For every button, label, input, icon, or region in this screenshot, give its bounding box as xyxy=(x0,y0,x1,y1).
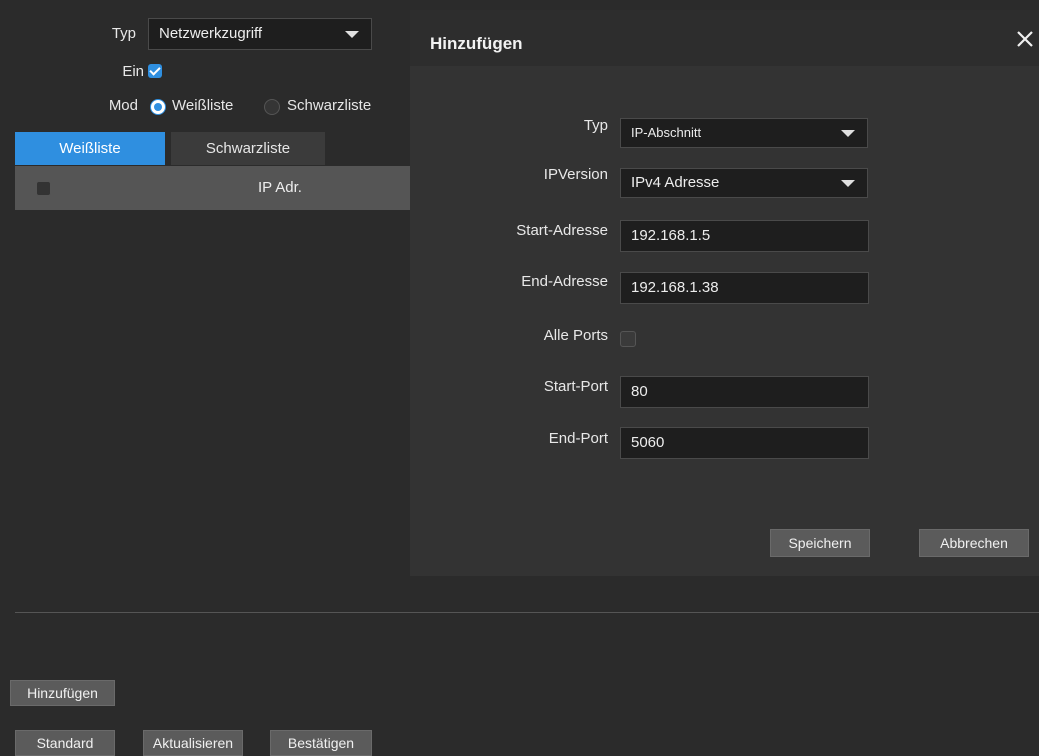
ipversion-value: IPv4 Adresse xyxy=(631,174,720,191)
mode-blacklist-label: Schwarzliste xyxy=(287,97,372,114)
type-label: Typ xyxy=(111,25,136,42)
mode-label: Mod xyxy=(108,97,138,114)
type-select[interactable]: Netzwerkzugriff xyxy=(148,18,372,50)
start-port-input[interactable]: 80 xyxy=(620,376,869,408)
all-ports-checkbox[interactable] xyxy=(620,331,636,347)
mode-blacklist-radio[interactable] xyxy=(264,99,280,115)
start-port-label: Start-Port xyxy=(543,378,608,395)
dialog-type-label: Typ xyxy=(583,117,608,134)
type-select-value: Netzwerkzugriff xyxy=(159,25,263,42)
ipversion-label: IPVersion xyxy=(543,166,608,183)
end-port-label: End-Port xyxy=(548,430,608,447)
table-header: IP Adr. xyxy=(15,166,410,210)
enable-label: Ein xyxy=(122,63,144,80)
end-address-label: End-Adresse xyxy=(521,273,608,290)
tab-whitelist[interactable]: Weißliste xyxy=(15,132,165,165)
mode-whitelist-radio[interactable] xyxy=(150,99,166,115)
divider xyxy=(15,612,1039,613)
mode-whitelist-label: Weißliste xyxy=(172,97,234,114)
end-port-input[interactable]: 5060 xyxy=(620,427,869,459)
save-button[interactable]: Speichern xyxy=(770,529,870,557)
close-icon[interactable] xyxy=(1014,28,1036,50)
tab-whitelist-label: Weißliste xyxy=(59,140,121,157)
dialog-header: Hinzufügen xyxy=(410,10,1039,66)
chevron-down-icon xyxy=(841,130,855,137)
dialog-type-value: IP-Abschnitt xyxy=(631,125,702,140)
chevron-down-icon xyxy=(345,31,359,38)
enable-checkbox[interactable] xyxy=(148,64,162,78)
column-ip-header: IP Adr. xyxy=(258,179,302,196)
chevron-down-icon xyxy=(841,180,855,187)
end-address-input[interactable]: 192.168.1.38 xyxy=(620,272,869,304)
select-all-checkbox[interactable] xyxy=(36,181,51,196)
cancel-button[interactable]: Abbrechen xyxy=(919,529,1029,557)
refresh-button[interactable]: Aktualisieren xyxy=(143,730,243,756)
tab-blacklist-label: Schwarzliste xyxy=(205,140,291,157)
default-button[interactable]: Standard xyxy=(15,730,115,756)
start-address-input[interactable]: 192.168.1.5 xyxy=(620,220,869,252)
all-ports-label: Alle Ports xyxy=(543,327,608,344)
start-address-label: Start-Adresse xyxy=(516,222,608,239)
dialog-type-select[interactable]: IP-Abschnitt xyxy=(620,118,868,148)
add-button[interactable]: Hinzufügen xyxy=(10,680,115,706)
tab-blacklist[interactable]: Schwarzliste xyxy=(171,132,325,165)
dialog-title: Hinzufügen xyxy=(430,34,523,53)
confirm-button[interactable]: Bestätigen xyxy=(270,730,372,756)
add-dialog: Hinzufügen Typ IP-Abschnitt IPVersion IP… xyxy=(410,10,1039,576)
ipversion-select[interactable]: IPv4 Adresse xyxy=(620,168,868,198)
